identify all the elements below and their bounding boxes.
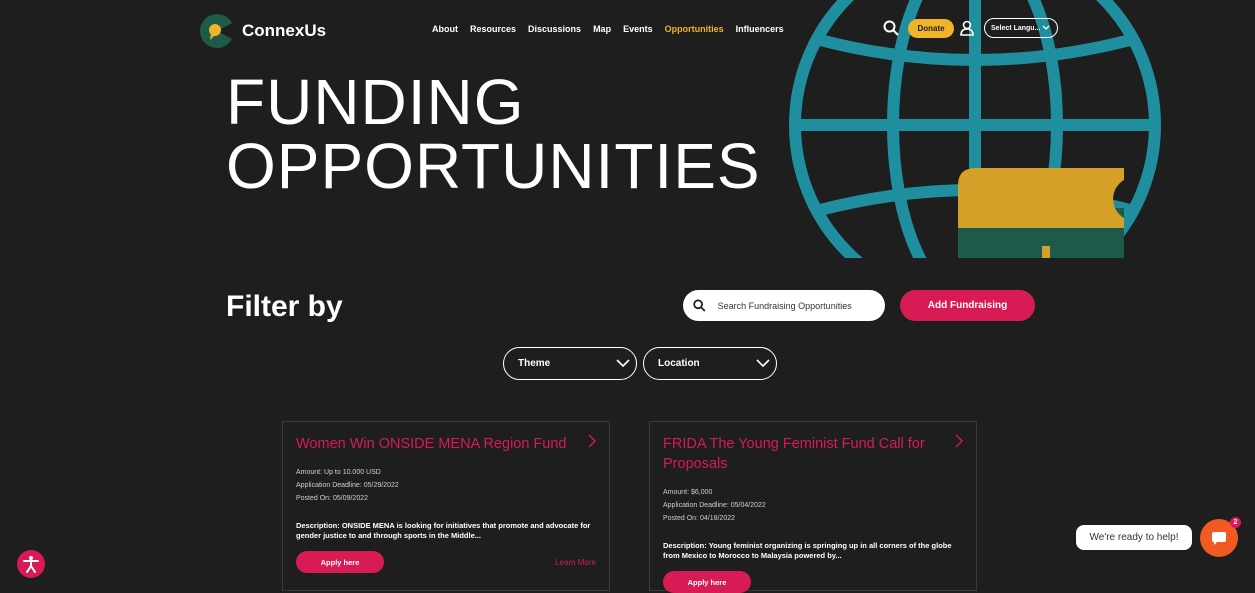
chevron-down-icon bbox=[756, 359, 770, 368]
chat-icon bbox=[1212, 532, 1226, 545]
theme-label: Theme bbox=[518, 358, 551, 369]
card-deadline: Application Deadline: 05/04/2022 bbox=[663, 502, 766, 509]
accessibility-icon bbox=[23, 556, 39, 573]
notification-badge: 2 bbox=[1230, 517, 1241, 528]
chevron-down-icon bbox=[1042, 25, 1050, 30]
location-label: Location bbox=[658, 358, 700, 369]
card-deadline: Application Deadline: 05/29/2022 bbox=[296, 482, 399, 489]
logo-icon bbox=[200, 14, 234, 48]
card-posted: Posted On: 05/09/2022 bbox=[296, 495, 368, 502]
nav-item-opportunities[interactable]: Opportunities bbox=[665, 24, 724, 34]
language-select[interactable]: Select Langu... bbox=[984, 18, 1058, 38]
page-title: FUNDING OPPORTUNITIES bbox=[226, 70, 761, 198]
add-fundraising-button[interactable]: Add Fundraising bbox=[900, 290, 1035, 321]
nav-item-influencers[interactable]: Influencers bbox=[736, 24, 784, 34]
card-amount: Amount: $6,000 bbox=[663, 489, 713, 496]
connexus-logo[interactable]: ConnexUs bbox=[200, 14, 326, 48]
language-label: Select Langu... bbox=[991, 24, 1041, 32]
opportunity-card: FRIDA The Young Feminist Fund Call for P… bbox=[649, 421, 977, 593]
card-amount: Amount: Up to 10.000 USD bbox=[296, 469, 381, 476]
search-input[interactable] bbox=[715, 299, 875, 312]
card-posted: Posted On: 04/18/2022 bbox=[663, 515, 735, 522]
card-description: Description: ONSIDE MENA is looking for … bbox=[296, 521, 591, 540]
search-icon bbox=[693, 299, 706, 312]
apply-button[interactable]: Apply here bbox=[296, 551, 384, 573]
opportunity-card: Women Win ONSIDE MENA Region Fund Amount… bbox=[282, 421, 610, 591]
globe-illustration bbox=[789, 0, 1161, 258]
chevron-right-icon bbox=[955, 434, 963, 448]
page-title-line-1: FUNDING bbox=[226, 66, 525, 138]
main-nav: About Resources Discussions Map Events O… bbox=[432, 24, 784, 34]
donate-button[interactable]: Donate bbox=[908, 19, 954, 38]
page-title-line-2: OPPORTUNITIES bbox=[226, 130, 761, 202]
nav-item-events[interactable]: Events bbox=[623, 24, 653, 34]
nav-item-resources[interactable]: Resources bbox=[470, 24, 516, 34]
card-title-link[interactable]: FRIDA The Young Feminist Fund Call for P… bbox=[663, 434, 963, 474]
theme-dropdown[interactable]: Theme bbox=[503, 347, 637, 380]
user-icon[interactable] bbox=[960, 20, 974, 36]
apply-button[interactable]: Apply here bbox=[663, 571, 751, 593]
nav-item-map[interactable]: Map bbox=[593, 24, 611, 34]
search-box bbox=[683, 290, 885, 321]
search-icon[interactable] bbox=[883, 20, 899, 36]
card-title-link[interactable]: Women Win ONSIDE MENA Region Fund bbox=[296, 434, 596, 454]
card-title: FRIDA The Young Feminist Fund Call for P… bbox=[663, 436, 925, 472]
filter-heading: Filter by bbox=[226, 290, 343, 323]
location-dropdown[interactable]: Location bbox=[643, 347, 777, 380]
chevron-right-icon bbox=[588, 434, 596, 448]
accessibility-button[interactable] bbox=[17, 550, 45, 578]
learn-more-link[interactable]: Learn More bbox=[555, 558, 596, 567]
brand-name: ConnexUs bbox=[242, 21, 327, 40]
nav-item-discussions[interactable]: Discussions bbox=[528, 24, 581, 34]
chat-prompt[interactable]: We're ready to help! bbox=[1076, 525, 1192, 550]
nav-item-about[interactable]: About bbox=[432, 24, 458, 34]
card-title: Women Win ONSIDE MENA Region Fund bbox=[296, 436, 567, 452]
chevron-down-icon bbox=[616, 359, 630, 368]
card-description: Description: Young feminist organizing i… bbox=[663, 541, 952, 560]
